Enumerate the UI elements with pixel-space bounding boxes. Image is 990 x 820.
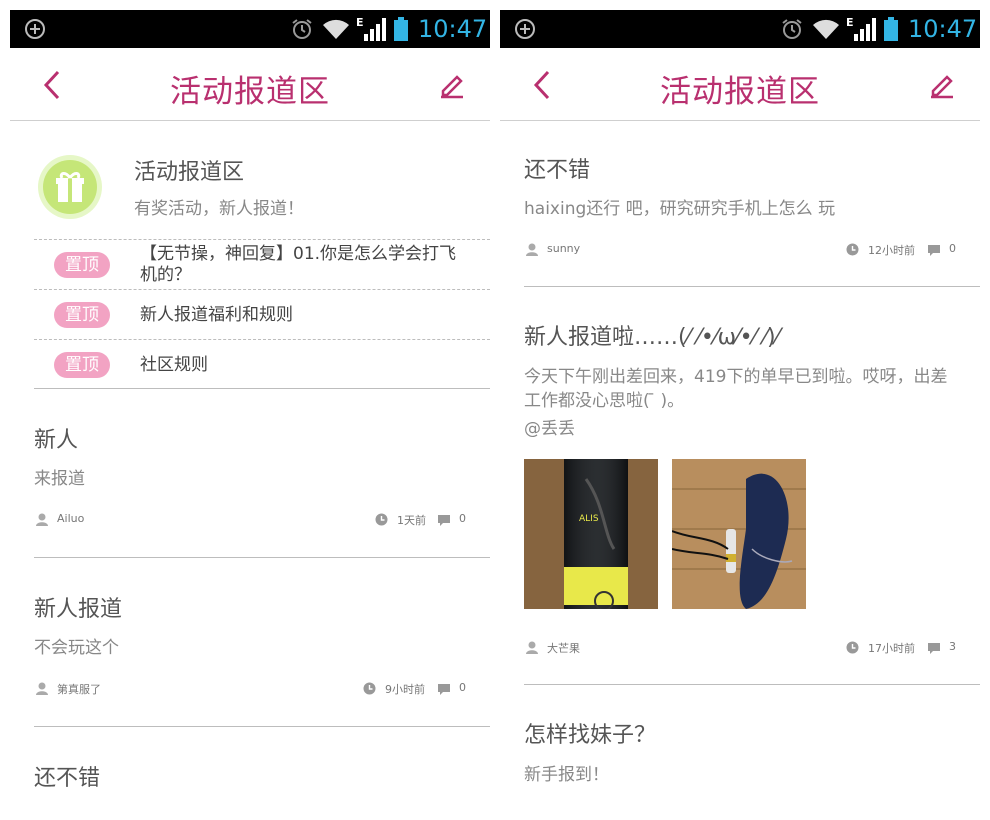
comment-count: 0 bbox=[949, 242, 956, 255]
add-circle-icon bbox=[515, 19, 535, 39]
comment-count: 0 bbox=[459, 681, 466, 694]
alarm-icon bbox=[782, 19, 802, 39]
image-gallery: ALIS bbox=[524, 459, 980, 609]
clock-icon bbox=[846, 641, 859, 654]
post-meta: sunny 12小时前 0 bbox=[524, 240, 980, 260]
post-title: 怎样找妹子？ bbox=[524, 723, 657, 748]
wifi-icon bbox=[813, 19, 839, 39]
svg-text:ALIS: ALIS bbox=[579, 514, 599, 524]
pinned-item[interactable]: 置顶 社区规则 bbox=[34, 339, 490, 389]
status-bar: E 10:47 bbox=[500, 10, 980, 48]
post-time: 9小时前 bbox=[385, 683, 425, 696]
post-mention[interactable]: @丢丢 bbox=[524, 417, 575, 441]
app-header: 活动报道区 bbox=[10, 48, 490, 121]
comment-icon bbox=[928, 643, 940, 654]
post-time: 1天前 bbox=[397, 514, 426, 527]
post-item[interactable]: 还不错 haixing还行 吧，研究研究手机上怎么 玩 sunny 12小时前 … bbox=[524, 121, 980, 287]
pinned-item[interactable]: 置顶 【无节操，神回复】01.你是怎么学会打飞机的？ bbox=[34, 239, 490, 289]
post-title: 新人报道 bbox=[34, 597, 123, 622]
user-icon bbox=[526, 641, 538, 654]
screen-forum-scrolled: E 10:47 活动报道区 还不错 haixing还行 吧，研究研究手机上怎么 … bbox=[500, 10, 980, 820]
pinned-badge: 置顶 bbox=[54, 302, 110, 328]
screen-forum-main: E 10:47 活动报道区 活动报道区 有奖活动，新人报道！ 置顶 【无节操，神… bbox=[10, 10, 490, 820]
user-icon bbox=[36, 513, 48, 526]
app-header: 活动报道区 bbox=[500, 48, 980, 121]
post-body: 来报道 bbox=[34, 469, 85, 489]
pinned-item[interactable]: 置顶 新人报道福利和规则 bbox=[34, 289, 490, 339]
post-time: 17小时前 bbox=[868, 642, 915, 655]
post-title: 新人 bbox=[34, 428, 79, 453]
add-circle-icon bbox=[25, 19, 45, 39]
post-author[interactable]: 第真服了 bbox=[57, 681, 101, 697]
post-image[interactable]: ALIS bbox=[524, 459, 658, 609]
post-body: haixing还行 吧，研究研究手机上怎么 玩 bbox=[524, 199, 836, 219]
comment-icon bbox=[438, 684, 450, 695]
post-title: 还不错 bbox=[524, 158, 591, 183]
post-title: 新人报道啦……(⁄ ⁄•⁄ω⁄•⁄ ⁄)⁄ bbox=[524, 325, 780, 350]
user-icon bbox=[36, 682, 48, 695]
post-body: 新手报到！ bbox=[524, 765, 609, 785]
post-item[interactable]: 新人 来报道 Ailuo 1天前 0 bbox=[34, 389, 490, 558]
clock-icon bbox=[846, 243, 859, 256]
post-author[interactable]: Ailuo bbox=[57, 512, 84, 525]
post-item[interactable]: 新人报道啦……(⁄ ⁄•⁄ω⁄•⁄ ⁄)⁄ 今天下午刚出差回来，419下的单早已… bbox=[524, 287, 980, 685]
battery-icon bbox=[394, 17, 408, 41]
post-body: 不会玩这个 bbox=[34, 638, 119, 658]
status-time: 10:47 bbox=[908, 15, 978, 43]
edit-icon[interactable] bbox=[438, 71, 466, 99]
clock-icon bbox=[375, 513, 388, 526]
gift-icon bbox=[38, 155, 102, 219]
post-title: 还不错 bbox=[34, 766, 101, 791]
pinned-title: 社区规则 bbox=[140, 354, 208, 375]
status-time: 10:47 bbox=[418, 15, 488, 43]
signal-icon: E bbox=[846, 16, 876, 41]
comment-icon bbox=[438, 515, 450, 526]
post-item[interactable]: 新人报道 不会玩这个 第真服了 9小时前 0 bbox=[34, 558, 490, 727]
alarm-icon bbox=[292, 19, 312, 39]
post-item[interactable]: 还不错 bbox=[34, 727, 490, 820]
post-author[interactable]: 大芒果 bbox=[547, 640, 580, 656]
signal-icon: E bbox=[356, 16, 386, 41]
pinned-title: 新人报道福利和规则 bbox=[140, 304, 293, 325]
svg-text:E: E bbox=[356, 16, 364, 29]
post-author[interactable]: sunny bbox=[547, 242, 580, 255]
page-title: 活动报道区 bbox=[170, 74, 330, 110]
edit-icon[interactable] bbox=[928, 71, 956, 99]
svg-text:E: E bbox=[846, 16, 854, 29]
post-image[interactable] bbox=[672, 459, 806, 609]
forum-info: 活动报道区 有奖活动，新人报道！ bbox=[10, 121, 490, 239]
post-body: 今天下午刚出差回来，419下的单早已到啦。哎呀，出差工作都没心思啦( ̄ )。 bbox=[524, 367, 948, 411]
pinned-title: 【无节操，神回复】01.你是怎么学会打飞机的？ bbox=[140, 244, 457, 285]
wifi-icon bbox=[323, 19, 349, 39]
post-meta: 第真服了 9小时前 0 bbox=[34, 679, 490, 699]
battery-icon bbox=[884, 17, 898, 41]
post-time: 12小时前 bbox=[868, 244, 915, 257]
post-meta: Ailuo 1天前 0 bbox=[34, 510, 490, 530]
clock-icon bbox=[363, 682, 376, 695]
post-meta: 大芒果 17小时前 3 bbox=[524, 638, 980, 658]
status-bar: E 10:47 bbox=[10, 10, 490, 48]
page-title: 活动报道区 bbox=[660, 74, 820, 110]
comment-count: 3 bbox=[949, 640, 956, 653]
pinned-list: 置顶 【无节操，神回复】01.你是怎么学会打飞机的？ 置顶 新人报道福利和规则 … bbox=[34, 239, 490, 389]
forum-description: 有奖活动，新人报道！ bbox=[134, 199, 304, 219]
post-item[interactable]: 怎样找妹子？ 新手报到！ bbox=[524, 685, 980, 805]
comment-count: 0 bbox=[459, 512, 466, 525]
pinned-badge: 置顶 bbox=[54, 252, 110, 278]
comment-icon bbox=[928, 245, 940, 256]
pinned-badge: 置顶 bbox=[54, 352, 110, 378]
user-icon bbox=[526, 243, 538, 256]
forum-name: 活动报道区 bbox=[134, 160, 245, 185]
